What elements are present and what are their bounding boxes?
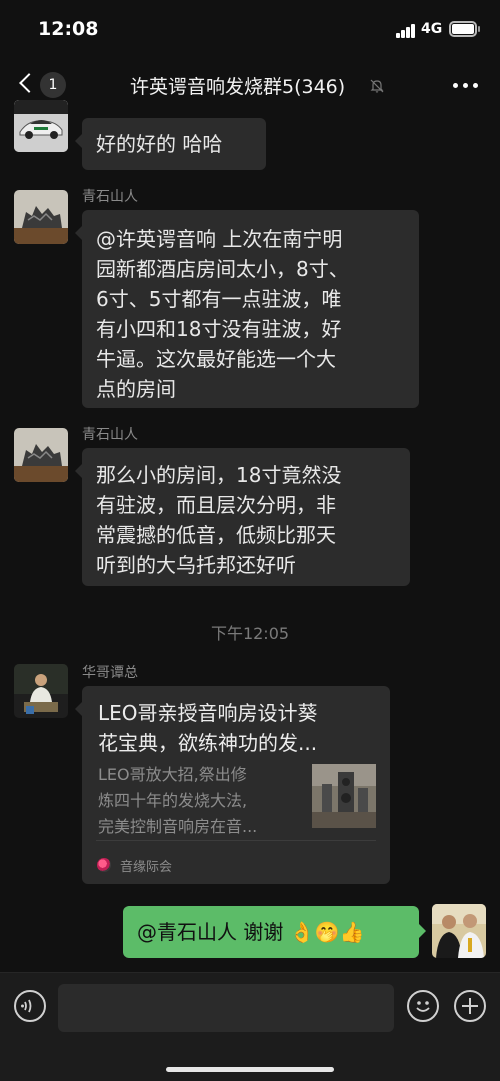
message-bubble[interactable]: 好的好的 哈哈 <box>75 118 266 170</box>
battery-icon <box>449 21 480 37</box>
message-line: 6寸、5寸都有一点驻波，唯 <box>96 287 342 311</box>
message-line: @许英谔音响 上次在南宁明 <box>96 227 343 251</box>
source-logo-icon <box>97 858 111 872</box>
man-seated-avatar[interactable] <box>14 664 68 718</box>
chat-title[interactable]: 许英谔音响发烧群5(346) <box>130 72 345 99</box>
back-chevron-icon[interactable] <box>16 70 40 96</box>
card-title-line: 花宝典，欲练神功的发... <box>98 731 318 755</box>
face-hand-over-mouth-emoji: 🤭 <box>314 920 340 944</box>
chat-header: 1 许英谔音响发烧群5(346) <box>0 58 500 110</box>
message-input[interactable] <box>58 984 394 1032</box>
status-time: 12:08 <box>38 18 99 40</box>
thumbs-up-emoji: 👍 <box>339 920 365 944</box>
message-line: 听到的大乌托邦还好听 <box>96 553 296 577</box>
sports-car-avatar[interactable] <box>14 100 68 152</box>
card-title-line: LEO哥亲授音响房设计葵 <box>98 701 318 725</box>
sender-name: 华哥谭总 <box>82 665 138 681</box>
emoji-icon[interactable] <box>407 990 439 1022</box>
message-line: 那么小的房间，18寸竟然没 <box>96 463 342 487</box>
card-divider <box>96 840 376 841</box>
card-source: 音缘际会 <box>120 860 173 875</box>
card-title: LEO哥亲授音响房设计葵 花宝典，欲练神功的发... <box>98 698 378 758</box>
message-text: @青石山人 谢谢 <box>137 920 284 944</box>
message-line: 牛逼。这次最好能选一个大 <box>96 347 336 371</box>
two-men-avatar[interactable] <box>432 904 486 958</box>
unread-count-badge[interactable]: 1 <box>40 72 66 98</box>
message-line: 点的房间 <box>96 377 176 401</box>
card-desc-line: LEO哥放大招,祭出修 <box>98 765 247 784</box>
status-bar: 12:08 4G <box>0 0 500 58</box>
my-message-bubble[interactable]: @青石山人 谢谢 👌🤭👍 <box>123 906 426 958</box>
card-description: LEO哥放大招,祭出修 炼四十年的发烧大法, 完美控制音响房在音... <box>98 762 303 840</box>
home-indicator[interactable] <box>166 1067 334 1072</box>
message-bubble[interactable]: 那么小的房间，18寸竟然没 有驻波，而且层次分明，非 常震撼的低音，低频比那天 … <box>75 448 410 586</box>
sender-name: 青石山人 <box>82 189 138 205</box>
message-bubble[interactable]: @许英谔音响 上次在南宁明 园新都酒店房间太小，8寸、 6寸、5寸都有一点驻波，… <box>75 210 419 408</box>
input-bar <box>0 972 500 1081</box>
speaker-room-thumbnail <box>312 764 376 828</box>
more-dots-icon[interactable] <box>453 82 479 90</box>
signal-icon <box>396 24 416 38</box>
voice-icon[interactable] <box>14 990 46 1022</box>
message-line: 有驻波，而且层次分明，非 <box>96 493 336 517</box>
message-text: 好的好的 哈哈 <box>96 132 223 156</box>
network-label: 4G <box>421 21 443 37</box>
plus-icon[interactable] <box>454 990 486 1022</box>
message-line: 常震撼的低音，低频比那天 <box>96 523 336 547</box>
shared-article-card[interactable]: LEO哥亲授音响房设计葵 花宝典，欲练神功的发... LEO哥放大招,祭出修 炼… <box>75 686 390 884</box>
card-desc-line: 炼四十年的发烧大法, <box>98 791 248 810</box>
sender-name: 青石山人 <box>82 427 138 443</box>
ok-hand-emoji: 👌 <box>289 920 315 944</box>
card-desc-line: 完美控制音响房在音... <box>98 817 258 836</box>
rock-sculpture-avatar[interactable] <box>14 190 68 244</box>
mute-bell-icon <box>370 79 384 93</box>
rock-sculpture-avatar[interactable] <box>14 428 68 482</box>
message-line: 有小四和18寸没有驻波，好 <box>96 317 342 341</box>
message-timestamp: 下午12:05 <box>210 624 290 643</box>
message-line: 园新都酒店房间太小，8寸、 <box>96 257 349 281</box>
